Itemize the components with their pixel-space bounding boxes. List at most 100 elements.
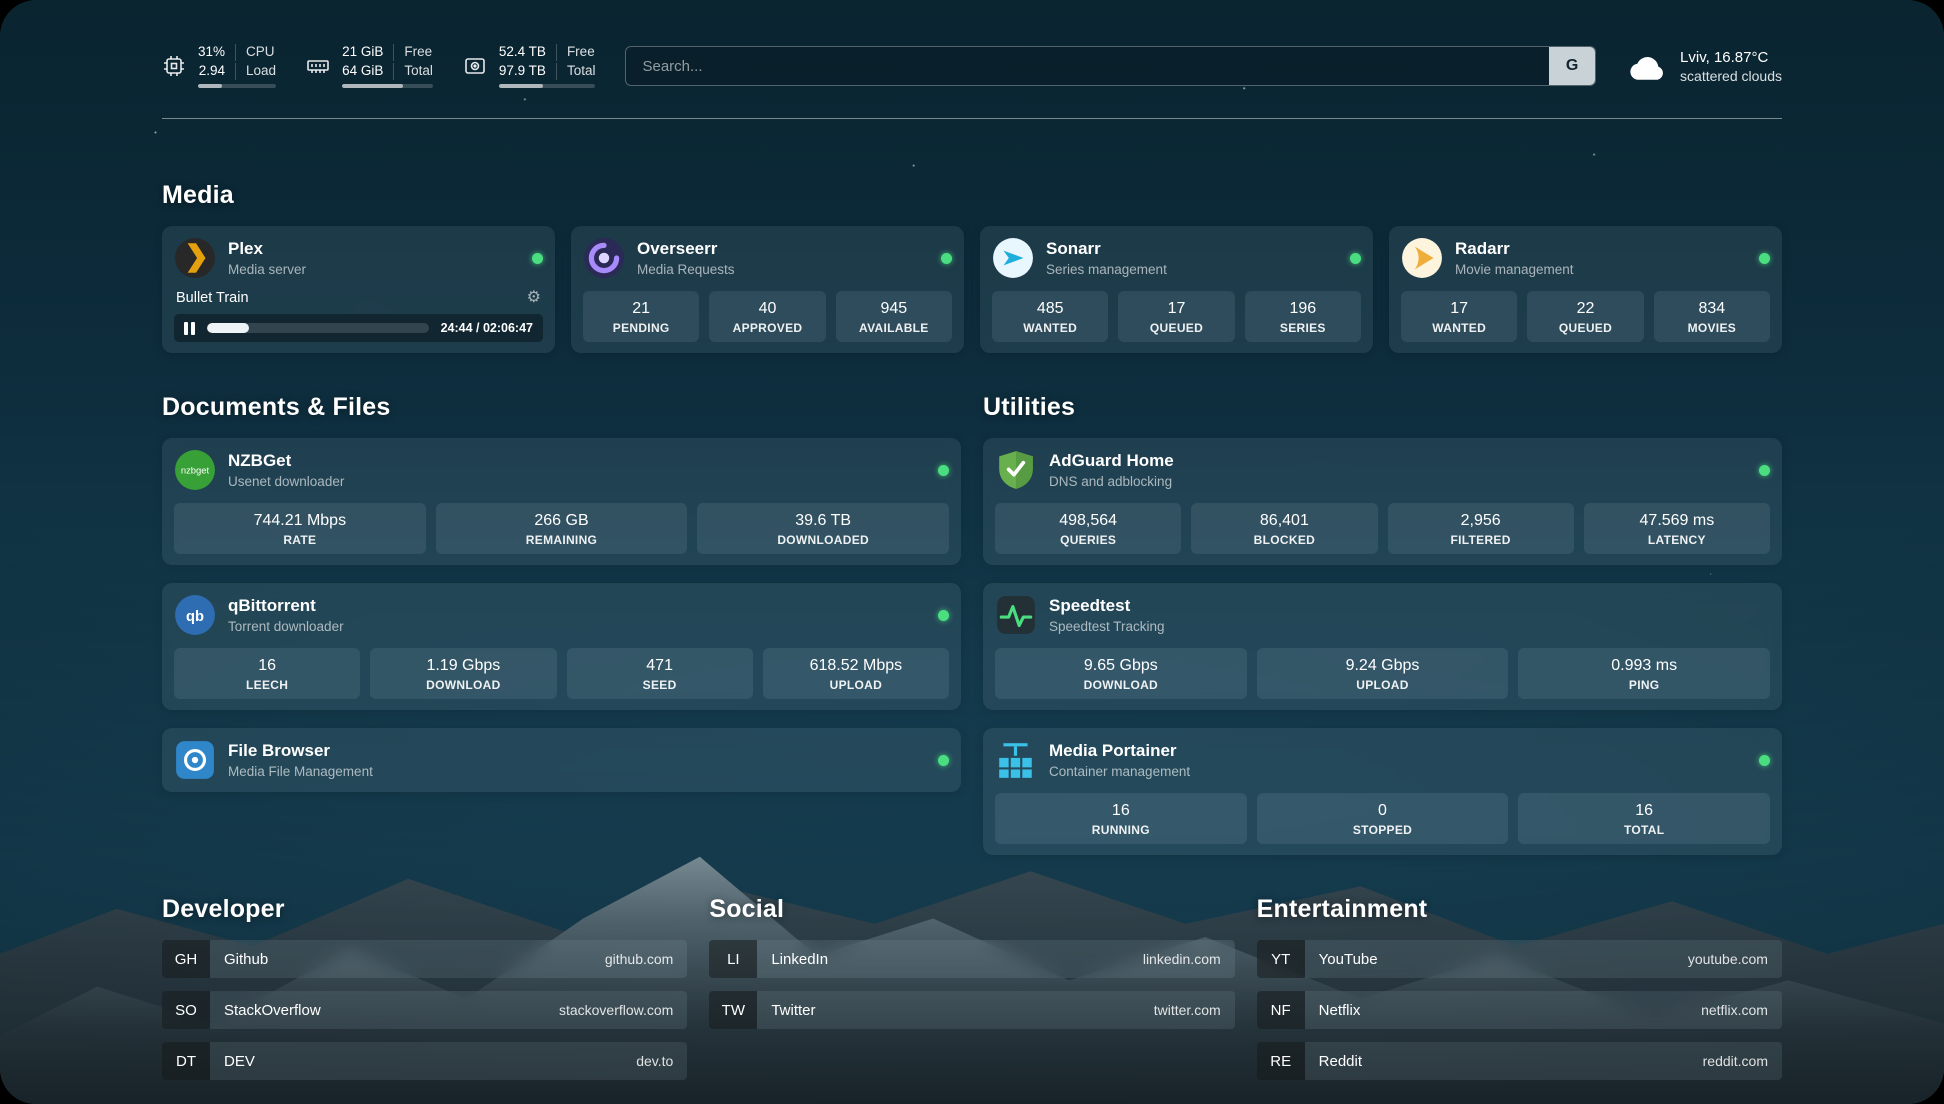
service-card-filebrowser[interactable]: File Browser Media File Management xyxy=(162,728,961,792)
service-card-speedtest[interactable]: Speedtest Speedtest Tracking 9.65 Gbps D… xyxy=(983,583,1782,710)
stats-row: 17 WANTED 22 QUEUED 834 MOVIES xyxy=(1401,279,1770,342)
stat-value: 266 GB xyxy=(440,511,684,531)
service-card-plex[interactable]: Plex Media server Bullet Train ⚙ xyxy=(162,226,555,353)
status-online-dot xyxy=(532,253,543,264)
bookmark-url: stackoverflow.com xyxy=(559,1002,687,1018)
bookmark-url: linkedin.com xyxy=(1143,951,1235,967)
bookmark-list: GH Github github.com SO StackOverflow st… xyxy=(162,940,687,1080)
service-card-radarr[interactable]: Radarr Movie management 17 WANTED 22 QUE… xyxy=(1389,226,1782,353)
bookmark-list: YT YouTube youtube.com NF Netflix netfli… xyxy=(1257,940,1782,1080)
service-card-adguard[interactable]: AdGuard Home DNS and adblocking 498,564 … xyxy=(983,438,1782,565)
stat-latency: 47.569 ms LATENCY xyxy=(1584,503,1770,554)
stat-label: LEECH xyxy=(178,678,356,692)
disk-widget: 52.4 TB Free 97.9 TB Total xyxy=(463,44,596,88)
disk-progress-track xyxy=(499,84,596,88)
bookmark-reddit[interactable]: RE Reddit reddit.com xyxy=(1257,1042,1782,1080)
search-input[interactable] xyxy=(626,47,1549,85)
bookmark-name: YouTube xyxy=(1305,951,1378,968)
stat-value: 744.21 Mbps xyxy=(178,511,422,531)
stat-download: 1.19 Gbps DOWNLOAD xyxy=(370,648,556,699)
search-provider-button[interactable]: G xyxy=(1549,47,1595,85)
card-header: Media Portainer Container management xyxy=(995,739,1770,781)
service-description: Torrent downloader xyxy=(228,619,344,634)
pause-button[interactable] xyxy=(184,322,195,335)
memory-icon xyxy=(306,54,330,78)
stat-label: QUEUED xyxy=(1122,321,1230,335)
service-meta: Speedtest Speedtest Tracking xyxy=(1049,596,1165,633)
status-online-dot xyxy=(938,465,949,476)
bookmark-url: youtube.com xyxy=(1688,951,1782,967)
stat-label: APPROVED xyxy=(713,321,821,335)
bookmark-dev[interactable]: DT DEV dev.to xyxy=(162,1042,687,1080)
plex-icon xyxy=(174,237,216,279)
bookmark-youtube[interactable]: YT YouTube youtube.com xyxy=(1257,940,1782,978)
topbar-divider xyxy=(162,118,1782,119)
service-card-overseerr[interactable]: Overseerr Media Requests 21 PENDING 40 A… xyxy=(571,226,964,353)
bookmark-abbr: RE xyxy=(1257,1042,1305,1080)
stat-total: 16 TOTAL xyxy=(1518,793,1770,844)
service-description: Movie management xyxy=(1455,262,1574,277)
section-title-social: Social xyxy=(709,895,1234,924)
service-meta: AdGuard Home DNS and adblocking xyxy=(1049,451,1174,488)
service-description: Series management xyxy=(1046,262,1167,277)
bookmark-url: reddit.com xyxy=(1703,1053,1782,1069)
cpu-load-label: Load xyxy=(235,63,276,80)
service-card-sonarr[interactable]: Sonarr Series management 485 WANTED 17 Q… xyxy=(980,226,1373,353)
svg-text:nzbget: nzbget xyxy=(181,466,210,477)
service-name: AdGuard Home xyxy=(1049,451,1174,471)
speedtest-icon xyxy=(995,594,1037,636)
stat-value: 485 xyxy=(996,299,1104,319)
stat-value: 16 xyxy=(1522,801,1766,821)
utilities-cards: AdGuard Home DNS and adblocking 498,564 … xyxy=(983,438,1782,855)
cpu-widget: 31% CPU 2.94 Load xyxy=(162,44,276,88)
stat-label: SEED xyxy=(571,678,749,692)
section-title-entertainment: Entertainment xyxy=(1257,895,1782,924)
bookmark-twitter[interactable]: TW Twitter twitter.com xyxy=(709,991,1234,1029)
stats-row: 498,564 QUERIES 86,401 BLOCKED 2,956 FIL… xyxy=(995,491,1770,554)
stat-label: FILTERED xyxy=(1392,533,1570,547)
stat-rate: 744.21 Mbps RATE xyxy=(174,503,426,554)
playback-progress-track[interactable] xyxy=(207,323,429,333)
stat-label: UPLOAD xyxy=(1261,678,1505,692)
weather-condition: scattered clouds xyxy=(1680,68,1782,84)
stat-value: 498,564 xyxy=(999,511,1177,531)
stat-label: RUNNING xyxy=(999,823,1243,837)
section-title-utilities: Utilities xyxy=(983,393,1782,422)
stat-running: 16 RUNNING xyxy=(995,793,1247,844)
service-description: DNS and adblocking xyxy=(1049,474,1174,489)
card-header: Speedtest Speedtest Tracking xyxy=(995,594,1770,636)
service-name: Media Portainer xyxy=(1049,741,1190,761)
bookmark-netflix[interactable]: NF Netflix netflix.com xyxy=(1257,991,1782,1029)
bookmark-name: Github xyxy=(210,951,268,968)
stat-value: 834 xyxy=(1658,299,1766,319)
stat-remaining: 266 GB REMAINING xyxy=(436,503,688,554)
stat-label: SERIES xyxy=(1249,321,1357,335)
bookmark-stackoverflow[interactable]: SO StackOverflow stackoverflow.com xyxy=(162,991,687,1029)
bookmark-github[interactable]: GH Github github.com xyxy=(162,940,687,978)
service-card-nzbget[interactable]: nzbget NZBGet Usenet downloader 744.21 M… xyxy=(162,438,961,565)
memory-progress-track xyxy=(342,84,433,88)
card-header: nzbget NZBGet Usenet downloader xyxy=(174,449,949,491)
service-card-qbittorrent[interactable]: qb qBittorrent Torrent downloader 16 xyxy=(162,583,961,710)
stat-value: 945 xyxy=(840,299,948,319)
service-description: Media server xyxy=(228,262,306,277)
stat-value: 9.24 Gbps xyxy=(1261,656,1505,676)
card-header: qb qBittorrent Torrent downloader xyxy=(174,594,949,636)
media-grid: Plex Media server Bullet Train ⚙ xyxy=(162,226,1782,353)
stat-upload: 9.24 Gbps UPLOAD xyxy=(1257,648,1509,699)
disk-free: 52.4 TB xyxy=(499,44,556,61)
service-card-portainer[interactable]: Media Portainer Container management 16 … xyxy=(983,728,1782,855)
disk-total-label: Total xyxy=(556,63,596,80)
cpu-percent: 31% xyxy=(198,44,235,61)
stat-value: 16 xyxy=(178,656,356,676)
stat-queued: 22 QUEUED xyxy=(1527,291,1643,342)
bookmark-linkedin[interactable]: LI LinkedIn linkedin.com xyxy=(709,940,1234,978)
stat-seed: 471 SEED xyxy=(567,648,753,699)
overseerr-icon xyxy=(583,237,625,279)
stat-available: 945 AVAILABLE xyxy=(836,291,952,342)
top-bar: 31% CPU 2.94 Load xyxy=(162,34,1782,98)
bookmark-name: Netflix xyxy=(1305,1002,1361,1019)
stat-label: STOPPED xyxy=(1261,823,1505,837)
settings-gear-icon[interactable]: ⚙ xyxy=(527,290,541,306)
memory-free-label: Free xyxy=(393,44,433,61)
